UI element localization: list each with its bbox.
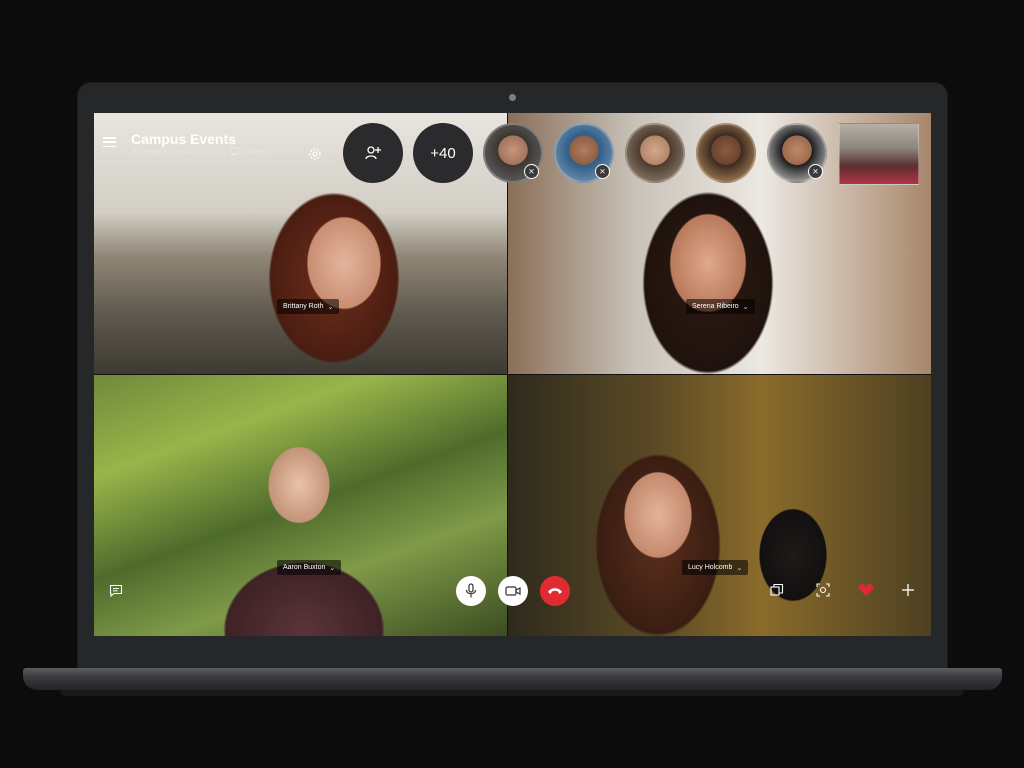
- participant-avatar[interactable]: [625, 123, 685, 183]
- microphone-button[interactable]: [456, 576, 486, 606]
- people-count: 50 people in the call: [131, 148, 194, 156]
- video-camera-icon: [505, 586, 521, 596]
- participant-name-tag[interactable]: Brittany Roth ⌄: [277, 299, 340, 314]
- add-people-button[interactable]: [343, 123, 403, 183]
- view-mode[interactable]: Gallery: [243, 149, 265, 156]
- snapshot-icon[interactable]: [815, 582, 831, 598]
- more-participants-button[interactable]: +40: [413, 123, 473, 183]
- microphone-icon: [465, 583, 477, 598]
- gear-icon[interactable]: [307, 146, 323, 162]
- call-header: Campus Events 50 people in the call | 13…: [94, 113, 931, 185]
- muted-mic-icon: ⨯: [808, 164, 823, 179]
- active-speaker-thumbnail[interactable]: [839, 123, 919, 185]
- participant-name-tag[interactable]: Lucy Holcomb ⌄: [682, 560, 749, 575]
- muted-mic-icon: ⨯: [524, 164, 539, 179]
- participant-name: Aaron Buxton: [283, 564, 326, 571]
- add-person-icon: [365, 146, 381, 160]
- laptop-base-shadow: [60, 690, 964, 696]
- call-title: Campus Events: [131, 131, 237, 147]
- participant-avatar[interactable]: ⨯: [554, 123, 614, 183]
- chevron-down-icon: ⌄: [329, 564, 336, 572]
- plus-icon[interactable]: [900, 582, 916, 598]
- participant-avatar[interactable]: ⨯: [483, 123, 543, 183]
- muted-mic-icon: ⨯: [595, 164, 610, 179]
- switch-screen-icon[interactable]: [769, 582, 785, 598]
- webcam-dot: [509, 94, 516, 101]
- participant-name: Serena Ribeiro: [692, 303, 739, 310]
- participant-name-tag[interactable]: Aaron Buxton ⌄: [277, 560, 342, 575]
- separator: |: [197, 148, 200, 156]
- chevron-down-icon: ⌄: [327, 303, 334, 311]
- call-subtitle: 50 people in the call | 13:21 | Gallery: [131, 147, 266, 157]
- participant-avatar[interactable]: ⨯: [767, 123, 827, 183]
- end-call-button[interactable]: [540, 576, 570, 606]
- separator: |: [224, 148, 227, 156]
- hang-up-icon: [548, 588, 562, 594]
- hamburger-menu-icon[interactable]: [103, 137, 116, 147]
- chevron-down-icon: ⌄: [742, 303, 749, 311]
- participant-avatar[interactable]: [696, 123, 756, 183]
- call-duration: 13:21: [203, 148, 221, 156]
- chat-icon[interactable]: [108, 583, 124, 599]
- participant-name: Brittany Roth: [283, 303, 324, 310]
- more-participants-label: +40: [430, 144, 456, 162]
- video-tile-3[interactable]: Aaron Buxton ⌄: [94, 375, 507, 636]
- participant-name-tag[interactable]: Serena Ribeiro ⌄: [686, 299, 755, 314]
- call-screen: Brittany Roth ⌄ Serena Ribeiro ⌄ Aaron B…: [94, 113, 931, 636]
- participant-name: Lucy Holcomb: [688, 564, 733, 571]
- gallery-icon[interactable]: [230, 147, 240, 157]
- laptop-base: [23, 668, 1002, 690]
- heart-icon[interactable]: [858, 582, 874, 598]
- chevron-down-icon: ⌄: [736, 564, 743, 572]
- video-button[interactable]: [498, 576, 528, 606]
